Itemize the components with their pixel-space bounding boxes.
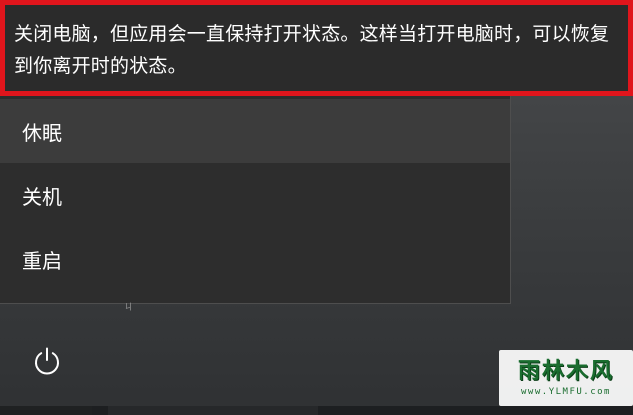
watermark-title: 雨林木风 — [517, 359, 614, 384]
menu-item-hibernate[interactable]: 休眠 — [0, 99, 510, 163]
tooltip-text: 关闭电脑，但应用会一直保持打开状态。这样当打开电脑时，可以恢复到你离开时的状态。 — [14, 23, 610, 77]
menu-item-label: 重启 — [22, 248, 62, 273]
menu-item-label: 关机 — [22, 184, 62, 209]
menu-item-shutdown[interactable]: 关机 — [0, 163, 510, 227]
menu-item-restart[interactable]: 重启 — [0, 227, 510, 291]
residue-glyph: ㄐ — [124, 303, 134, 313]
taskbar-segment — [108, 406, 318, 415]
power-icon — [35, 347, 59, 375]
power-button[interactable] — [26, 340, 68, 382]
watermark-logo: 雨林木风 www.YLMFU.com — [499, 350, 633, 406]
menu-item-label: 休眠 — [22, 120, 62, 145]
watermark-url: www.YLMFU.com — [521, 387, 611, 397]
taskbar-segment — [0, 406, 92, 415]
power-options-menu: 休眠 关机 重启 — [0, 96, 511, 304]
taskbar — [0, 406, 633, 415]
tooltip-highlight-box: 关闭电脑，但应用会一直保持打开状态。这样当打开电脑时，可以恢复到你离开时的状态。 — [0, 0, 633, 96]
